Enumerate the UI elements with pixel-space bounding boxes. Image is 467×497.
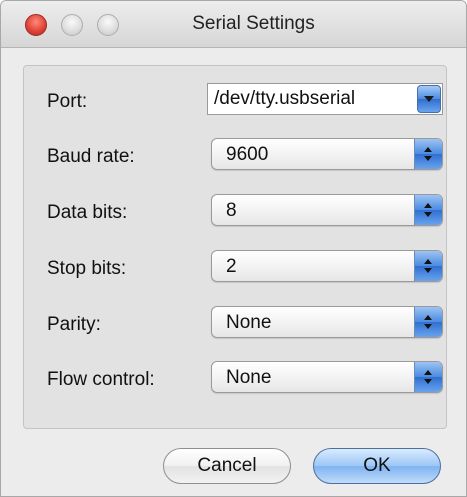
up-down-chevron-icon [414,251,442,281]
up-down-chevron-icon [414,139,442,169]
parity-label: Parity: [47,314,101,335]
port-value[interactable]: /dev/tty.usbserial [214,88,355,110]
data-bits-label: Data bits: [47,202,128,223]
window-title: Serial Settings [192,13,315,34]
baud-rate-label: Baud rate: [47,146,135,167]
stop-bits-label: Stop bits: [47,258,127,279]
serial-settings-window: Serial Settings Port: /dev/tty.usbserial… [0,0,467,497]
port-label: Port: [47,91,88,112]
up-down-chevron-icon [414,307,442,337]
data-bits-popup[interactable]: 8 [211,194,443,226]
up-down-chevron-icon [414,195,442,225]
data-bits-value: 8 [226,200,237,221]
baud-rate-value: 9600 [226,144,269,165]
flow-control-value: None [226,367,272,388]
up-down-chevron-icon [414,362,442,392]
cancel-button[interactable]: Cancel [163,448,291,484]
flow-control-label: Flow control: [47,369,155,390]
ok-button[interactable]: OK [313,448,441,484]
parity-value: None [226,312,272,333]
title-bar[interactable]: Serial Settings [1,1,466,48]
parity-popup[interactable]: None [211,306,443,338]
chevron-down-icon[interactable] [417,85,441,113]
stop-bits-popup[interactable]: 2 [211,250,443,282]
flow-control-popup[interactable]: None [211,361,443,393]
port-combo-box[interactable]: /dev/tty.usbserial [207,83,443,115]
baud-rate-popup[interactable]: 9600 [211,138,443,170]
stop-bits-value: 2 [226,256,237,277]
